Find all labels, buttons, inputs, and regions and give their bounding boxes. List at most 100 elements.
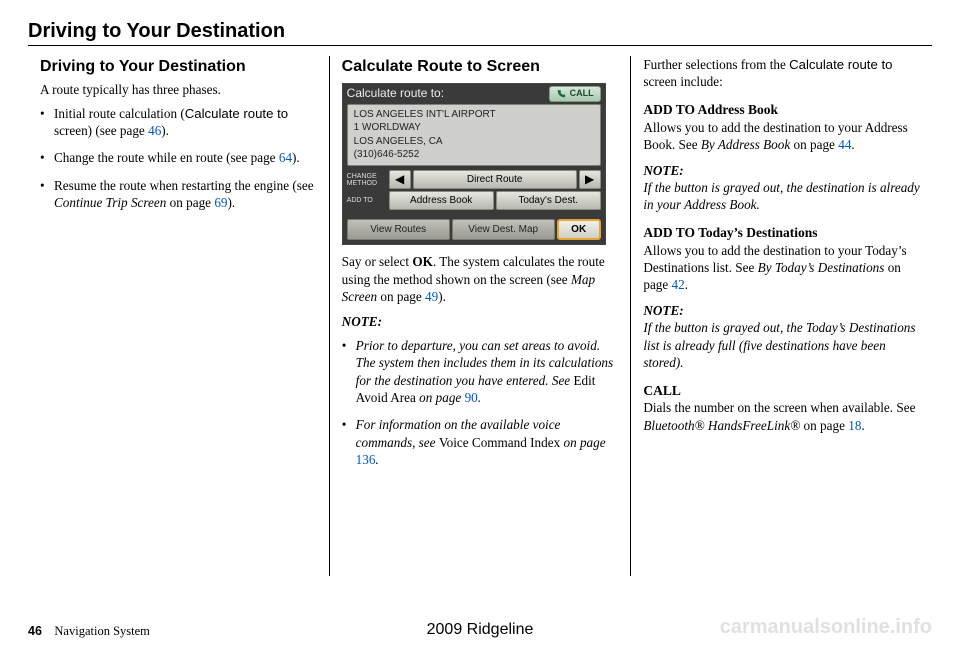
page-link-49[interactable]: 49	[425, 289, 438, 304]
view-routes-button: View Routes	[347, 219, 450, 240]
text: .	[478, 390, 481, 405]
text: Further selections from the	[643, 57, 789, 72]
addto-todays-text: Allows you to add the destination to you…	[643, 242, 920, 294]
text: on page	[560, 435, 605, 450]
ns-body: LOS ANGELES INT'L AIRPORT 1 WORLDWAY LOS…	[347, 104, 601, 166]
text: .	[851, 137, 854, 152]
col2-heading: Calculate Route to Screen	[342, 56, 619, 77]
ui-term: Calculate route to	[789, 57, 892, 72]
addto-addressbook-text: Allows you to add the destination to you…	[643, 119, 920, 154]
column-2: Calculate Route to Screen Calculate rout…	[329, 56, 631, 576]
page-link-18[interactable]: 18	[848, 418, 861, 433]
todays-dest-button: Today's Dest.	[496, 191, 601, 210]
dest-line-2: 1 WORLDWAY	[354, 121, 594, 135]
col1-bullets: Initial route calculation (Calculate rou…	[40, 105, 317, 212]
text: on page	[790, 137, 838, 152]
text: screen) (see page	[54, 123, 148, 138]
col1-heading: Driving to Your Destination	[40, 56, 317, 77]
col1-intro: A route typically has three phases.	[40, 81, 317, 98]
text: Dials the number on the screen when avai…	[643, 400, 915, 415]
ui-term: Voice Command Index	[439, 435, 560, 450]
ns-row-method: CHANGE METHOD ◀ Direct Route ▶	[343, 170, 605, 189]
call-button: CALL	[549, 86, 601, 102]
text: CHANGE METHOD	[347, 173, 387, 187]
page-title: Driving to Your Destination	[28, 20, 932, 43]
text: .	[685, 277, 688, 292]
page-link-46[interactable]: 46	[148, 123, 161, 138]
dest-line-3: LOS ANGELES, CA	[354, 135, 594, 149]
ns-bottom-row: View Routes View Dest. Map OK	[343, 217, 605, 244]
content-columns: Driving to Your Destination A route typi…	[28, 56, 932, 576]
right-arrow-button: ▶	[579, 170, 601, 189]
page-number: 46	[28, 624, 42, 638]
address-book-button: Address Book	[389, 191, 494, 210]
text: ).	[161, 123, 169, 138]
text: .	[375, 452, 378, 467]
column-1: Driving to Your Destination A route typi…	[28, 56, 329, 576]
addto-todays-heading: ADD TO Today’s Destinations	[643, 224, 920, 242]
view-dest-map-button: View Dest. Map	[452, 219, 555, 240]
note-label: NOTE:	[643, 302, 920, 319]
page-link-90[interactable]: 90	[465, 390, 478, 405]
col1-bullet-3: Resume the route when restarting the eng…	[40, 177, 317, 212]
call-heading: CALL	[643, 382, 920, 400]
text: on page	[377, 289, 425, 304]
col2-note-bullets: Prior to departure, you can set areas to…	[342, 337, 619, 469]
text: ).	[292, 150, 300, 165]
screen-ref: By Address Book	[701, 137, 790, 152]
note-label: NOTE:	[342, 313, 619, 330]
col2-note-1: Prior to departure, you can set areas to…	[342, 337, 619, 407]
dest-line-4: (310)646-5252	[354, 148, 594, 162]
screen-ref: By Today’s Destinations	[758, 260, 885, 275]
ns-header: Calculate route to: CALL	[343, 84, 605, 102]
direct-route-button: Direct Route	[413, 170, 577, 189]
text: ADD TO	[347, 197, 387, 204]
text: Change the route while en route (see pag…	[54, 150, 279, 165]
col2-note-2: For information on the available voice c…	[342, 416, 619, 468]
footer-left: 46 Navigation System	[28, 624, 150, 639]
note-2: If the button is grayed out, the Today’s…	[643, 319, 920, 371]
footer-center: 2009 Ridgeline	[427, 621, 534, 639]
call-text: Dials the number on the screen when avai…	[643, 399, 920, 434]
col2-paragraph: Say or select OK. The system calculates …	[342, 253, 619, 305]
page-link-42[interactable]: 42	[672, 277, 685, 292]
left-arrow-button: ◀	[389, 170, 411, 189]
text: on page	[166, 195, 214, 210]
ok-ref: OK	[412, 254, 433, 269]
note-label: NOTE:	[643, 162, 920, 179]
ok-button: OK	[557, 219, 601, 240]
text: Initial route calculation (	[54, 106, 185, 121]
nav-screenshot: Calculate route to: CALL LOS ANGELES INT…	[342, 83, 606, 245]
text: on page	[800, 418, 848, 433]
addto-addressbook-heading: ADD TO Address Book	[643, 101, 920, 119]
col1-bullet-1: Initial route calculation (Calculate rou…	[40, 105, 317, 140]
text: Resume the route when restarting the eng…	[54, 178, 314, 193]
footer-section: Navigation System	[54, 624, 149, 638]
text: screen include:	[643, 74, 722, 89]
call-label: CALL	[570, 88, 594, 100]
ui-term: Calculate route to	[185, 106, 288, 121]
text: .	[861, 418, 864, 433]
watermark: carmanualsonline.info	[720, 616, 932, 639]
page-link-136[interactable]: 136	[356, 452, 376, 467]
page-link-44[interactable]: 44	[838, 137, 851, 152]
screen-ref: Bluetooth® HandsFreeLink®	[643, 418, 800, 433]
col1-bullet-2: Change the route while en route (see pag…	[40, 149, 317, 166]
text: Say or select	[342, 254, 413, 269]
dest-line-1: LOS ANGELES INT'L AIRPORT	[354, 108, 594, 122]
screen-ref: Continue Trip Screen	[54, 195, 166, 210]
change-method-label: CHANGE METHOD	[347, 170, 387, 189]
column-3: Further selections from the Calculate ro…	[630, 56, 932, 576]
text: on page	[416, 390, 465, 405]
text: ).	[438, 289, 446, 304]
addto-label: ADD TO	[347, 191, 387, 210]
page-link-69[interactable]: 69	[214, 195, 227, 210]
ns-row-addto: ADD TO Address Book Today's Dest.	[343, 191, 605, 210]
col3-intro: Further selections from the Calculate ro…	[643, 56, 920, 91]
note-1: If the button is grayed out, the destina…	[643, 179, 920, 214]
horizontal-rule	[28, 45, 932, 46]
phone-icon	[556, 89, 566, 99]
footer: 46 Navigation System 2009 Ridgeline carm…	[28, 616, 932, 639]
ns-title: Calculate route to:	[347, 86, 444, 102]
page-link-64[interactable]: 64	[279, 150, 292, 165]
